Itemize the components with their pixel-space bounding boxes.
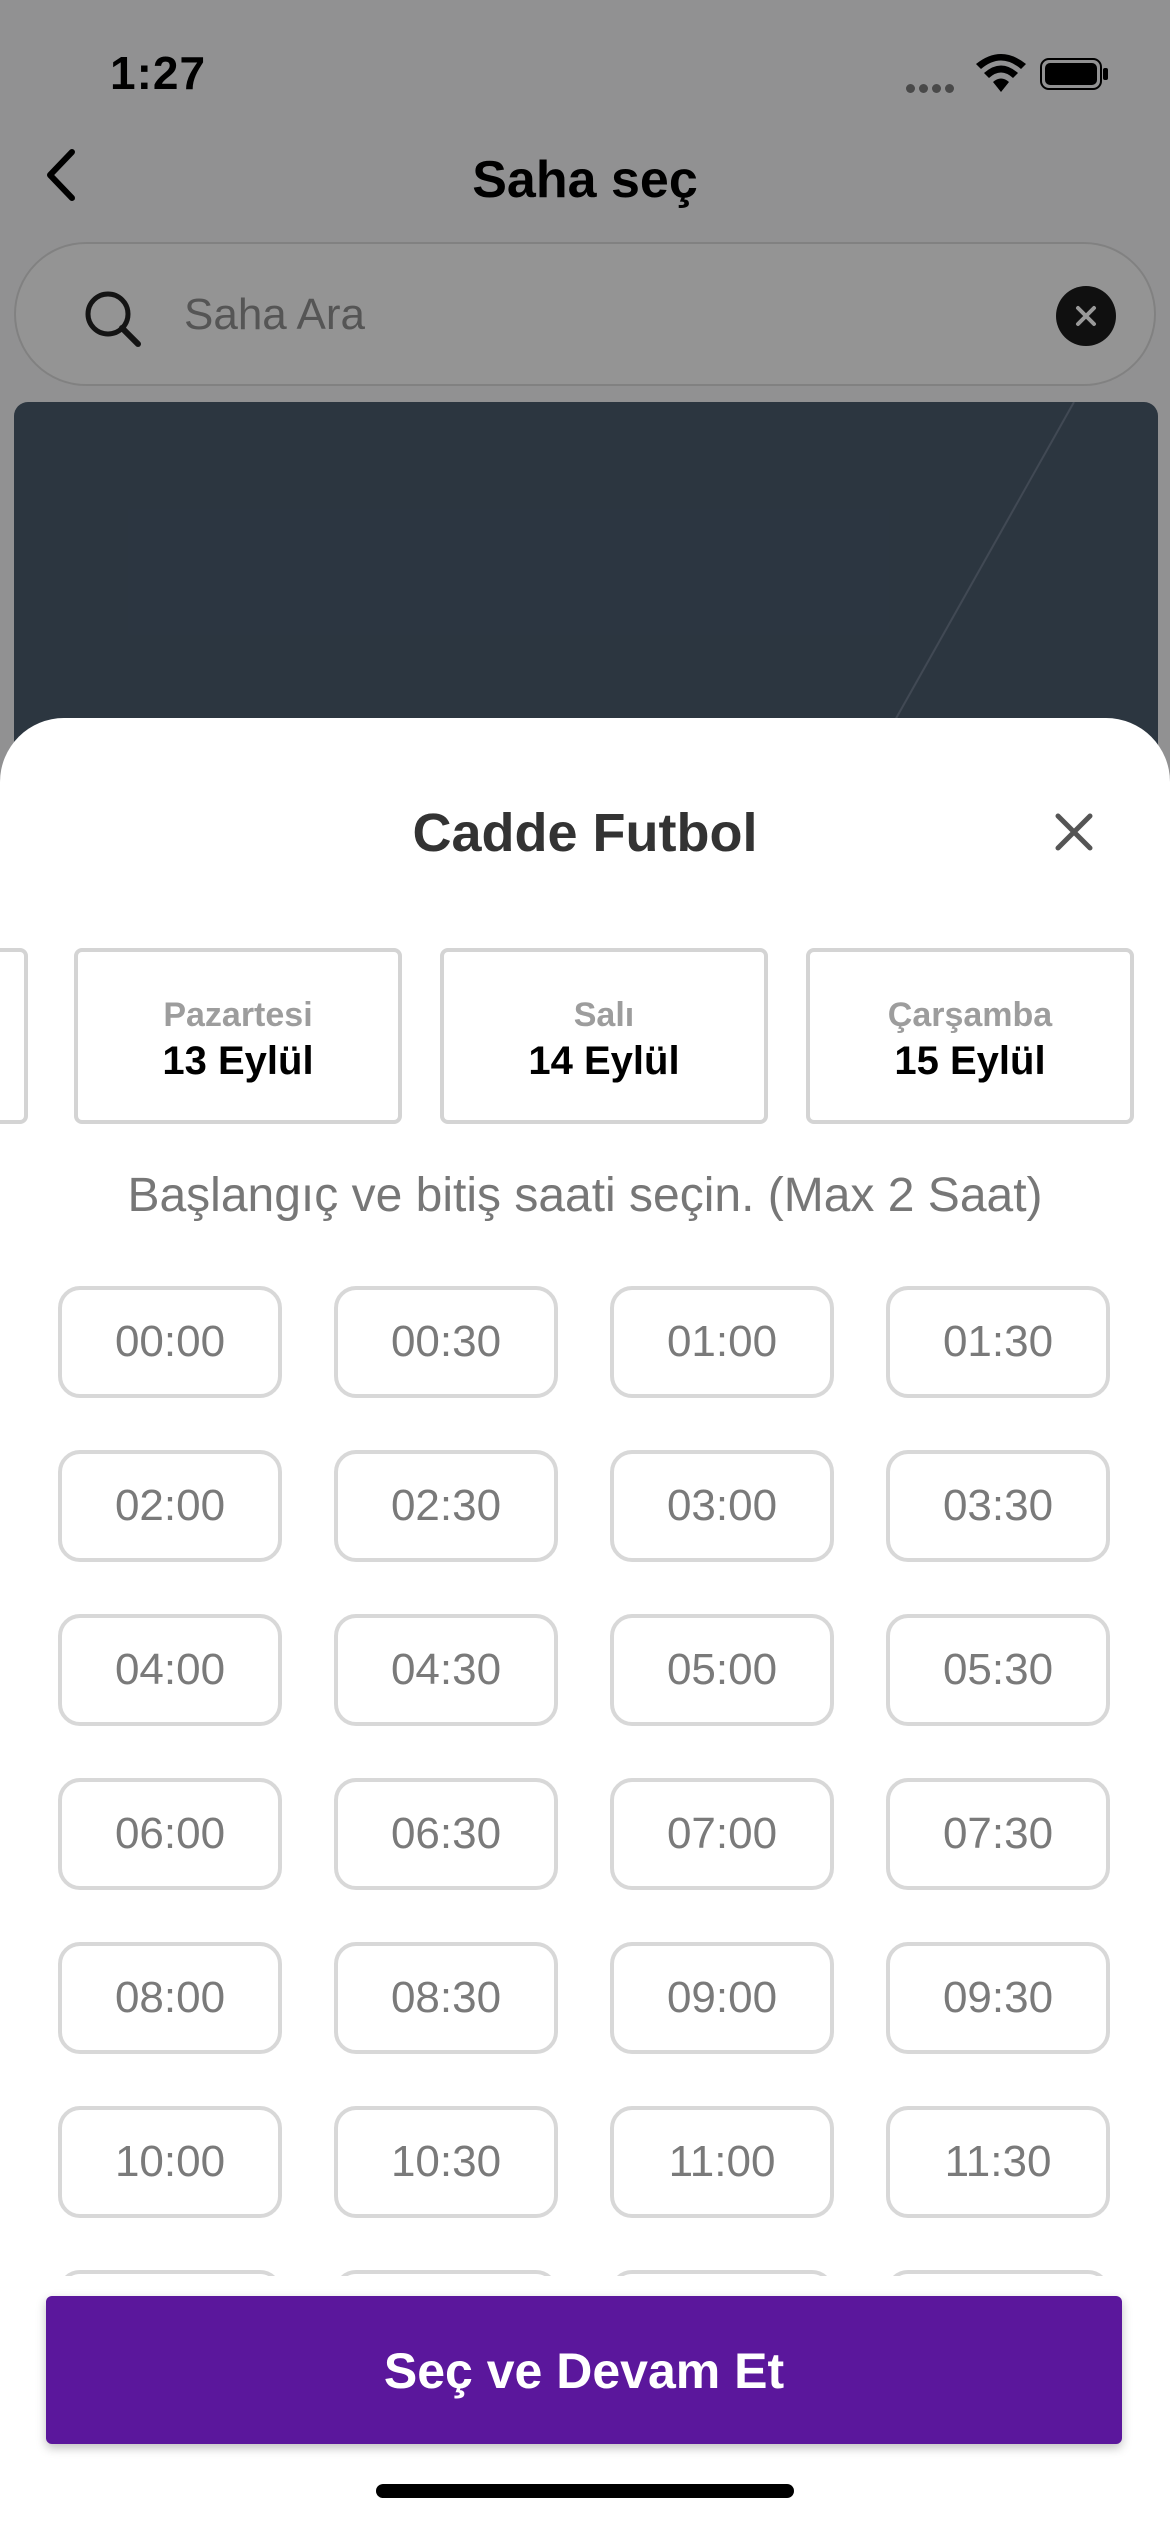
time-slot-button[interactable]: 12:00 [58, 2270, 282, 2276]
time-slot-button[interactable]: 03:30 [886, 1450, 1110, 1562]
time-slot-button[interactable]: 09:00 [610, 1942, 834, 2054]
time-slot-button[interactable]: 10:00 [58, 2106, 282, 2218]
time-slot-button[interactable]: 11:00 [610, 2106, 834, 2218]
day-card[interactable]: Pazartesi 13 Eylül [74, 948, 402, 1124]
time-slot-grid: 00:00 00:30 01:00 01:30 02:00 02:30 03:00 03:30… [0, 1286, 1170, 2276]
time-slot-button[interactable]: 08:30 [334, 1942, 558, 2054]
day-selector[interactable]: Pazartesi 13 Eylül Salı 14 Eylül Çarşamb… [0, 948, 1170, 1128]
time-slot-button[interactable]: 00:30 [334, 1286, 558, 1398]
day-weekday: Salı [573, 996, 635, 1034]
time-slot-button[interactable]: 08:00 [58, 1942, 282, 2054]
day-date: 14 Eylül [528, 1039, 680, 1083]
time-slot-button[interactable]: 07:00 [610, 1778, 834, 1890]
time-slot-button[interactable]: 13:30 [886, 2270, 1110, 2276]
time-slot-button[interactable]: 06:00 [58, 1778, 282, 1890]
time-slot-button[interactable]: 09:30 [886, 1942, 1110, 2054]
day-card-previous[interactable] [0, 948, 28, 1124]
day-date: 15 Eylül [894, 1039, 1046, 1083]
day-card[interactable]: Salı 14 Eylül [440, 948, 768, 1124]
day-weekday: Pazartesi [163, 996, 313, 1034]
home-indicator [376, 2484, 794, 2498]
time-slot-button[interactable]: 04:30 [334, 1614, 558, 1726]
time-slot-button[interactable]: 07:30 [886, 1778, 1110, 1890]
select-and-continue-button[interactable]: Seç ve Devam Et [46, 2296, 1122, 2444]
day-card[interactable]: Çarşamba 15 Eylül [806, 948, 1134, 1124]
venue-booking-sheet: Cadde Futbol Pazartesi 13 Eylül Salı 14 … [0, 718, 1170, 2532]
time-slot-button[interactable]: 03:00 [610, 1450, 834, 1562]
time-slot-button[interactable]: 06:30 [334, 1778, 558, 1890]
time-slot-button[interactable]: 12:30 [334, 2270, 558, 2276]
day-date: 13 Eylül [162, 1039, 314, 1083]
selection-hint: Başlangıç ve bitiş saati seçin. (Max 2 S… [127, 1169, 1043, 1222]
time-slot-button[interactable]: 00:00 [58, 1286, 282, 1398]
time-slot-button[interactable]: 05:30 [886, 1614, 1110, 1726]
time-slot-button[interactable]: 13:00 [610, 2270, 834, 2276]
sheet-title: Cadde Futbol [412, 803, 758, 863]
time-slot-button[interactable]: 01:00 [610, 1286, 834, 1398]
time-slot-button[interactable]: 02:30 [334, 1450, 558, 1562]
time-slot-button[interactable]: 10:30 [334, 2106, 558, 2218]
close-icon[interactable] [1052, 810, 1096, 854]
time-slot-button[interactable]: 02:00 [58, 1450, 282, 1562]
day-weekday: Çarşamba [887, 996, 1053, 1034]
time-slot-button[interactable]: 04:00 [58, 1614, 282, 1726]
time-slot-button[interactable]: 11:30 [886, 2106, 1110, 2218]
time-slot-button[interactable]: 01:30 [886, 1286, 1110, 1398]
time-slot-button[interactable]: 05:00 [610, 1614, 834, 1726]
